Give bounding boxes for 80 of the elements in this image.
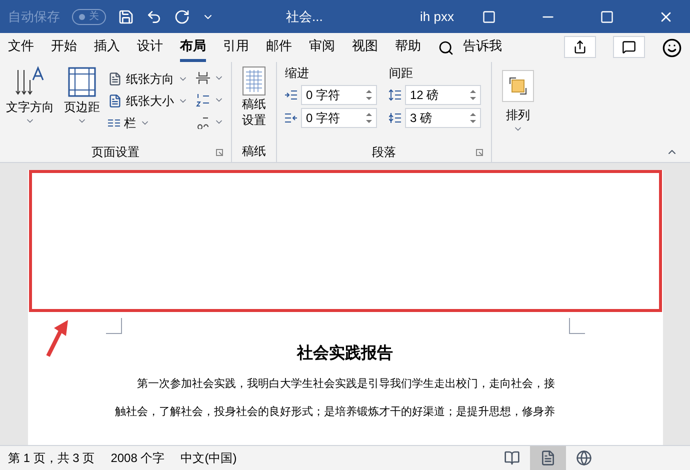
user-name: ih pxx [420, 8, 454, 26]
indent-left-icon [285, 90, 297, 100]
page-count: 第 1 页，共 3 页 [8, 450, 95, 467]
breaks-icon [196, 71, 210, 85]
dialog-launcher-icon[interactable] [476, 148, 483, 156]
undo-icon[interactable] [146, 8, 162, 24]
spacing-before-icon [389, 89, 401, 101]
spin-field[interactable]: 3 磅 [405, 108, 481, 128]
margins-button[interactable]: 页边距 [60, 66, 104, 142]
view-button[interactable] [530, 446, 566, 470]
spin-field[interactable]: 0 字符 [301, 85, 377, 105]
margins-icon [67, 66, 97, 98]
redo-icon[interactable] [174, 8, 190, 24]
ribbon-tab[interactable]: 文件 [8, 36, 34, 62]
comments-button[interactable] [613, 36, 645, 58]
body-text-line: 第一次参加社会实践，我明白大学生社会实践是引导我们学生走出校门，走向社会，接 [136, 376, 556, 392]
autosave-label: 自动保存 [8, 8, 60, 26]
manuscript-icon [242, 66, 266, 96]
columns-icon [108, 118, 120, 128]
spin-arrows-icon[interactable] [366, 112, 372, 124]
ribbon-tab[interactable]: 审阅 [309, 36, 335, 62]
spin-arrows-icon[interactable] [470, 89, 476, 101]
share-icon [573, 40, 587, 54]
word-count: 2008 个字 [110, 450, 165, 467]
spin-value: 0 字符 [306, 110, 340, 127]
button-label-line: 稿纸 [242, 96, 266, 112]
breaks-button[interactable] [196, 70, 224, 86]
spacing-after-icon [389, 112, 401, 124]
page-icon [540, 450, 556, 466]
margin-corner-mark [568, 318, 584, 334]
ribbon-display-icon[interactable] [482, 10, 496, 24]
language: 中文(中国) [180, 450, 237, 467]
text-direction-button[interactable]: 文字方向 [4, 66, 56, 142]
arrange-button[interactable]: 排列 [496, 62, 540, 162]
globe-icon [576, 450, 592, 466]
spin-field[interactable]: 0 字符 [301, 108, 377, 128]
smiley-icon[interactable] [662, 38, 682, 58]
share-button[interactable] [564, 36, 596, 58]
book-icon [504, 450, 520, 466]
spin-value: 3 磅 [410, 110, 432, 127]
ribbon-tab[interactable]: 引用 [223, 36, 249, 62]
ribbon-tab[interactable]: 帮助 [395, 36, 421, 62]
line-numbers-icon [196, 93, 210, 107]
dialog-launcher-icon[interactable] [216, 148, 223, 156]
spin-value: 0 字符 [306, 87, 340, 104]
size-button[interactable]: 纸张大小 [108, 92, 188, 110]
comment-icon [622, 40, 636, 54]
spin-arrows-icon[interactable] [366, 89, 372, 101]
hyphenation-icon [196, 115, 210, 129]
body-text-line: 触社会，了解社会，投身社会的良好形式；是培养锻炼才干的好渠道；是提升思想，修身养 [115, 404, 556, 420]
ribbon-tab[interactable]: 开始 [51, 36, 77, 62]
margin-corner-mark [106, 318, 122, 334]
tell-me-text[interactable]: 告诉我 [463, 36, 502, 62]
indent-right-icon [285, 113, 297, 123]
group-label: 稿纸 [242, 143, 266, 160]
ribbon-tab[interactable]: 邮件 [266, 36, 292, 62]
document-title: 社会实践报告 [297, 343, 393, 364]
arrange-icon [502, 70, 534, 102]
maximize-icon[interactable] [600, 10, 614, 24]
ribbon-tab[interactable]: 插入 [94, 36, 120, 62]
manuscript-setup-button[interactable]: 稿纸 设置 [242, 62, 266, 142]
group-label: 页面设置 [92, 144, 140, 161]
arrow-icon [44, 318, 70, 358]
spin-value: 12 磅 [410, 87, 439, 104]
orientation-button[interactable]: 纸张方向 [108, 70, 188, 88]
spin-arrows-icon[interactable] [470, 112, 476, 124]
group-label: 段落 [372, 144, 396, 161]
ribbon-tab[interactable]: 设计 [137, 36, 163, 62]
search-icon[interactable] [438, 40, 454, 56]
page-icon [108, 72, 122, 86]
window-title: 社会... [286, 8, 323, 26]
spin-field[interactable]: 12 磅 [405, 85, 481, 105]
ribbon-tab[interactable]: 视图 [352, 36, 378, 62]
line-numbers-button[interactable] [196, 92, 224, 108]
spacing-label: 间距 [389, 65, 414, 82]
columns-button[interactable]: 栏 [108, 114, 188, 132]
indent-label: 缩进 [285, 65, 310, 82]
page-icon [108, 94, 122, 108]
button-label-line: 设置 [242, 112, 266, 128]
save-icon[interactable] [118, 8, 134, 24]
